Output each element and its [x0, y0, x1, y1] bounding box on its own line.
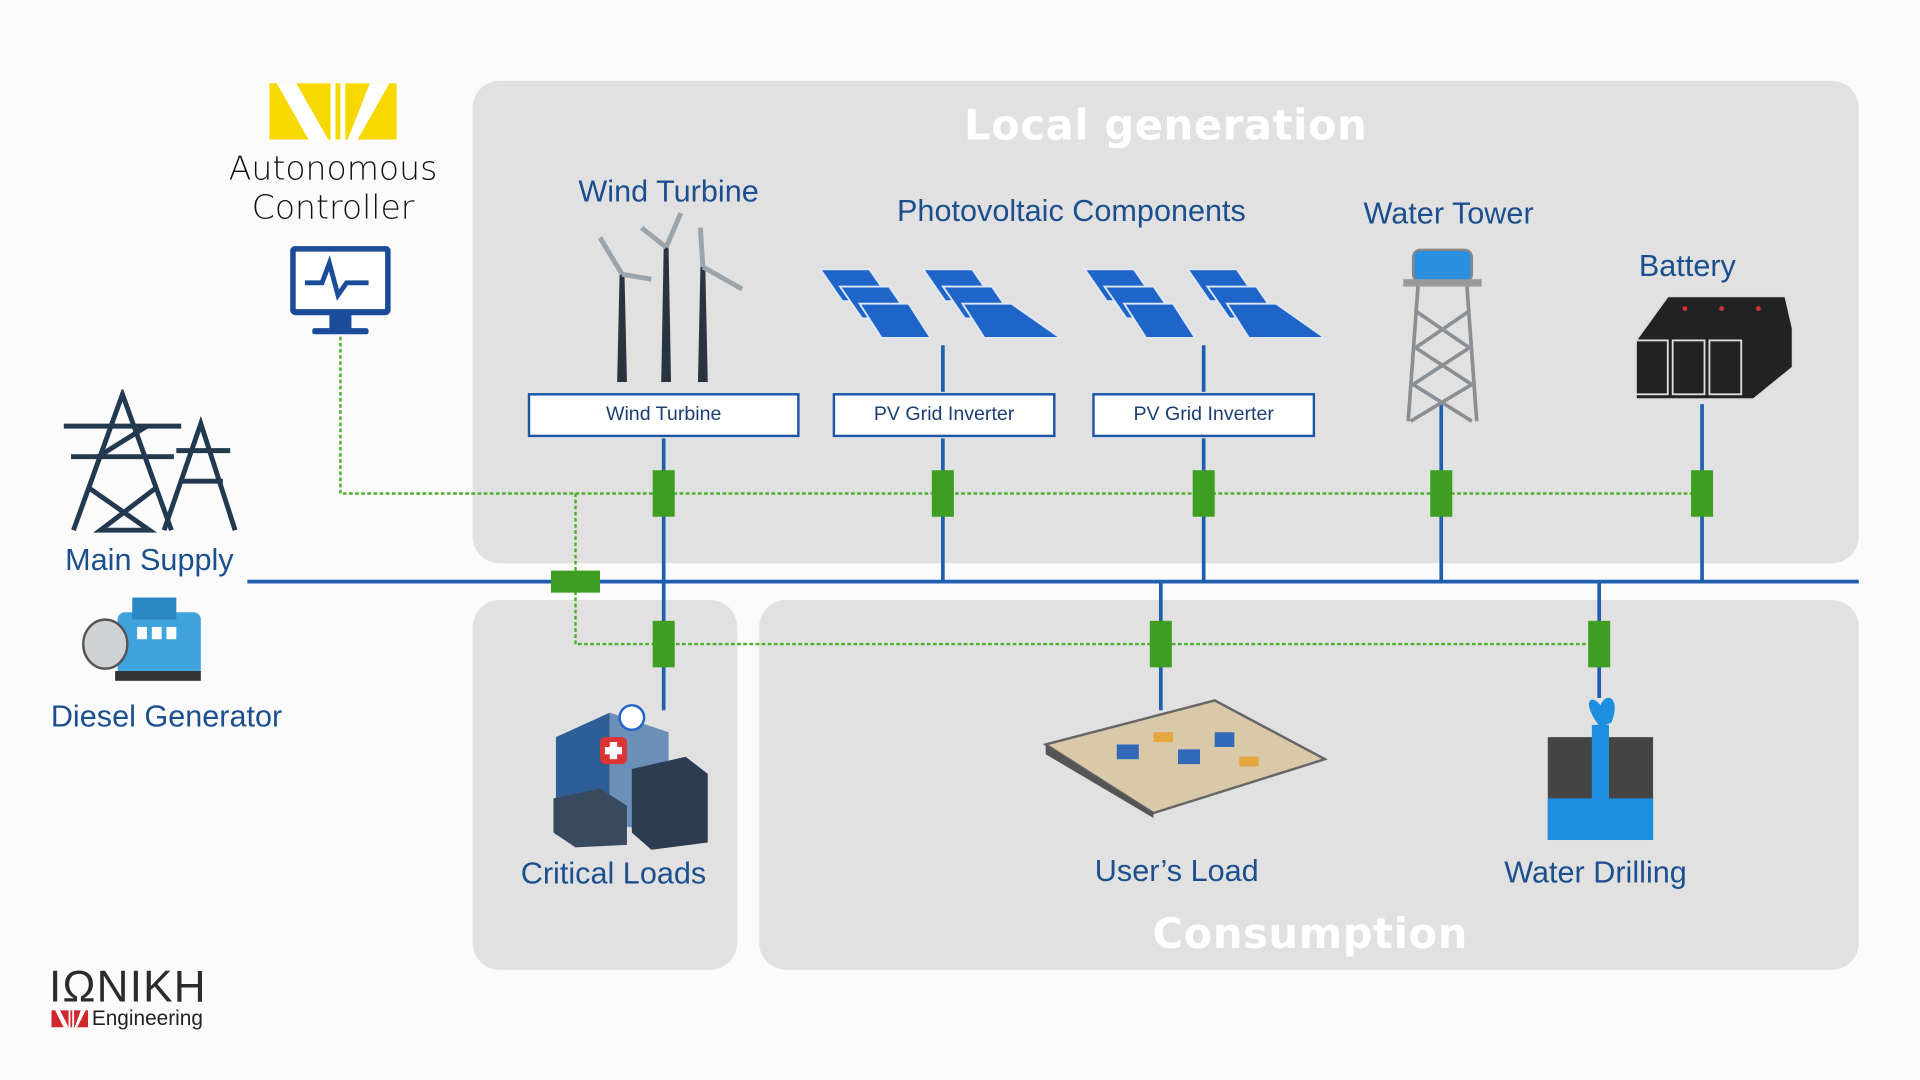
- wind-turbine-icon: [597, 212, 744, 383]
- battery-label: Battery: [1638, 249, 1736, 284]
- brand-logo-mark-icon: [51, 1010, 89, 1028]
- diesel-generator-label: Diesel Generator: [50, 699, 283, 735]
- controller-label-line1: Autonomous: [228, 150, 438, 188]
- switch-battery: [1691, 470, 1714, 517]
- microgrid-diagram: Local generation Consumption Autonomous …: [0, 0, 1920, 1080]
- brand-sub: Engineering: [91, 1006, 203, 1030]
- wind-turbine-box: Wind Turbine: [527, 393, 800, 438]
- switch-main-supply: [551, 570, 601, 593]
- battery-icon: [1635, 295, 1794, 401]
- wind-turbine-label: Wind Turbine: [578, 174, 759, 209]
- pv-grid-inverter-box-2: PV Grid Inverter: [1092, 393, 1316, 438]
- main-supply-label: Main Supply: [65, 543, 234, 578]
- power-pylon-icon: [63, 389, 238, 533]
- brand-name: ΙΩΝΙΚΗ: [48, 961, 207, 1012]
- switch-pv2: [1192, 470, 1215, 517]
- critical-loads-label: Critical Loads: [520, 856, 707, 891]
- pv-grid-inverter-box-1: PV Grid Inverter: [832, 393, 1056, 438]
- switch-water-tower: [1430, 470, 1453, 517]
- users-load-building-icon: [1043, 699, 1328, 818]
- solar-panels-icon: [1083, 268, 1328, 339]
- users-load-label: User’s Load: [1094, 854, 1259, 889]
- controller-label-line2: Controller: [251, 189, 415, 228]
- solar-panels-icon: [818, 268, 1063, 339]
- switch-wind: [652, 470, 675, 517]
- photovoltaic-label: Photovoltaic Components: [897, 194, 1246, 229]
- water-tower-icon: [1403, 248, 1482, 423]
- switch-water-drilling: [1588, 620, 1611, 668]
- diesel-generator-icon: [82, 597, 201, 681]
- company-logo-icon: [269, 83, 397, 140]
- monitor-pulse-icon: [290, 246, 391, 335]
- hospital-icon: [553, 704, 708, 850]
- water-drilling-icon: [1547, 697, 1654, 841]
- switch-users-load: [1149, 620, 1172, 668]
- water-tower-label: Water Tower: [1363, 196, 1534, 231]
- switch-pv1: [931, 470, 954, 517]
- switch-critical: [652, 620, 675, 668]
- water-drilling-label: Water Drilling: [1504, 855, 1687, 890]
